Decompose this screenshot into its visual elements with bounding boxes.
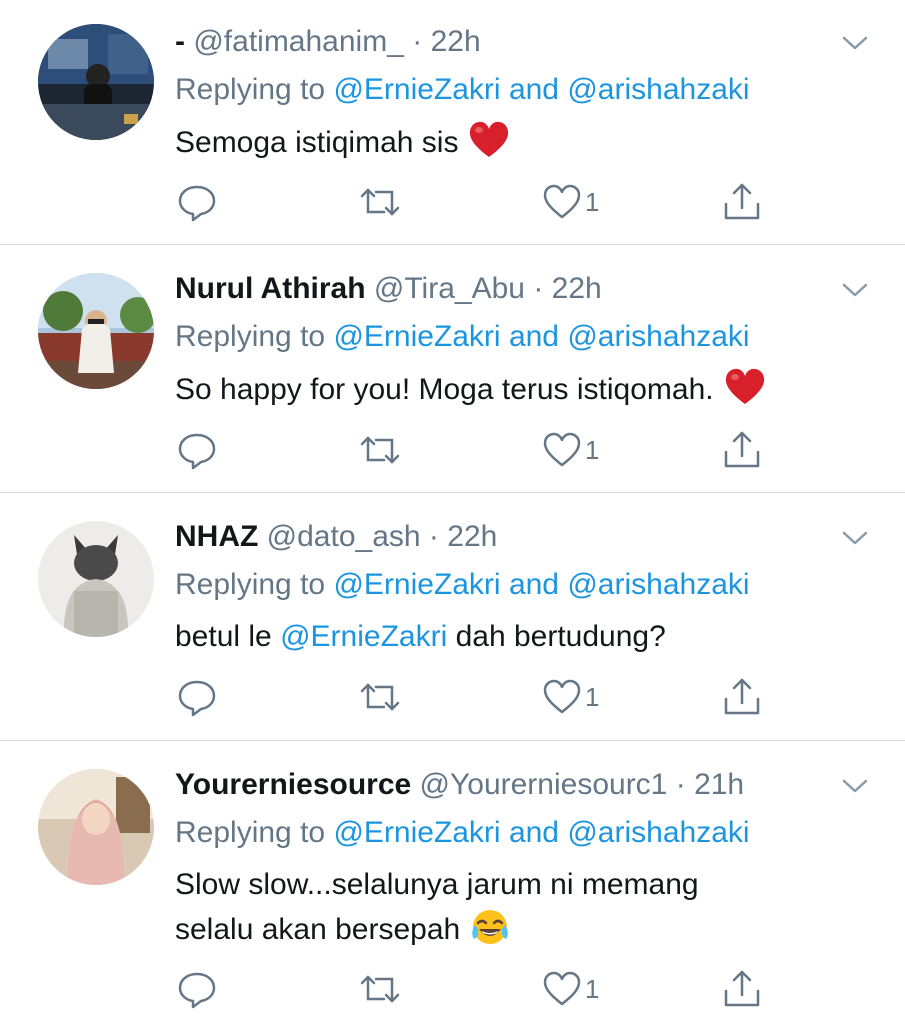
divider xyxy=(0,740,905,741)
replying-to: Replying to @ErnieZakri and @arishahzaki xyxy=(175,811,750,855)
replying-to: Replying to @ErnieZakri and @arishahzaki xyxy=(175,563,750,607)
avatar[interactable] xyxy=(38,24,154,140)
user-handle[interactable]: @Yourerniesourc1 xyxy=(420,768,668,801)
separator-dot: · xyxy=(675,768,686,801)
tweet-text-content: betul le xyxy=(175,620,272,653)
user-handle[interactable]: @Tira_Abu xyxy=(374,272,525,305)
like-count: 1 xyxy=(585,187,600,217)
like-icon[interactable] xyxy=(542,677,582,717)
reply-icon[interactable] xyxy=(177,677,217,717)
tweet-text-line: selalu akan bersepah xyxy=(175,913,461,946)
tweet-text-content: dah bertudung? xyxy=(455,620,666,653)
reply-icon[interactable] xyxy=(177,182,217,222)
replying-to-label: Replying to xyxy=(175,320,326,353)
share-icon[interactable] xyxy=(722,677,762,717)
like-count: 1 xyxy=(585,435,600,465)
replying-and: and xyxy=(508,320,559,353)
chevron-down-icon[interactable] xyxy=(838,30,872,56)
like-icon[interactable] xyxy=(542,430,582,470)
tweet-actions: 1 xyxy=(0,969,905,1009)
tweet[interactable]: Nurul Athirah @Tira_Abu · 22h Replying t… xyxy=(0,267,905,487)
mention-link[interactable]: @ErnieZakri xyxy=(280,620,447,653)
chevron-down-icon[interactable] xyxy=(838,773,872,799)
mention-link[interactable]: @ErnieZakri xyxy=(333,816,500,849)
tweet-header: NHAZ @dato_ash · 22h xyxy=(175,515,497,559)
separator-dot: · xyxy=(533,272,544,305)
replying-to-label: Replying to xyxy=(175,816,326,849)
tweet-text: Semoga istiqimah sis xyxy=(175,120,855,173)
timestamp[interactable]: 21h xyxy=(694,768,744,801)
mention-link[interactable]: @arishahzaki xyxy=(567,73,749,106)
display-name[interactable]: Yourerniesource xyxy=(175,768,411,801)
mention-link[interactable]: @arishahzaki xyxy=(567,320,749,353)
mention-link[interactable]: @arishahzaki xyxy=(567,568,749,601)
display-name[interactable]: Nurul Athirah xyxy=(175,272,366,305)
replying-to: Replying to @ErnieZakri and @arishahzaki xyxy=(175,315,750,359)
tweet-actions: 1 xyxy=(0,182,905,222)
reply-icon[interactable] xyxy=(177,969,217,1009)
display-name[interactable]: - xyxy=(175,25,185,58)
retweet-icon[interactable] xyxy=(358,969,402,1009)
tweet-text-line: Slow slow...selalunya jarum ni memang xyxy=(175,868,699,901)
mention-link[interactable]: @ErnieZakri xyxy=(333,320,500,353)
replying-and: and xyxy=(508,73,559,106)
chevron-down-icon[interactable] xyxy=(838,525,872,551)
like-icon[interactable] xyxy=(542,969,582,1009)
separator-dot: · xyxy=(428,520,439,553)
retweet-icon[interactable] xyxy=(358,182,402,222)
share-icon[interactable] xyxy=(722,969,762,1009)
replying-to-label: Replying to xyxy=(175,73,326,106)
avatar[interactable] xyxy=(38,273,154,389)
mention-link[interactable]: @ErnieZakri xyxy=(333,73,500,106)
share-icon[interactable] xyxy=(722,182,762,222)
mention-link[interactable]: @arishahzaki xyxy=(567,816,749,849)
tweet-actions: 1 xyxy=(0,677,905,717)
tweet[interactable]: NHAZ @dato_ash · 22h Replying to @ErnieZ… xyxy=(0,515,905,735)
divider xyxy=(0,244,905,245)
mention-link[interactable]: @ErnieZakri xyxy=(333,568,500,601)
tweet[interactable]: Yourerniesource @Yourerniesourc1 · 21h R… xyxy=(0,763,905,1024)
tweet-actions: 1 xyxy=(0,430,905,470)
tweet-text: So happy for you! Moga terus istiqomah. xyxy=(175,367,875,420)
avatar[interactable] xyxy=(38,521,154,637)
user-handle[interactable]: @dato_ash xyxy=(267,520,421,553)
chevron-down-icon[interactable] xyxy=(838,277,872,303)
replying-to: Replying to @ErnieZakri and @arishahzaki xyxy=(175,68,750,112)
tweet-feed: - @fatimahanim_ · 22h Replying to @Ernie… xyxy=(0,0,905,1024)
user-handle[interactable]: @fatimahanim_ xyxy=(193,25,404,58)
replying-to-label: Replying to xyxy=(175,568,326,601)
tears-of-joy-emoji-icon xyxy=(470,907,510,960)
separator-dot: · xyxy=(412,25,423,58)
replying-and: and xyxy=(508,568,559,601)
timestamp[interactable]: 22h xyxy=(431,25,481,58)
tweet-text-content: Semoga istiqimah sis xyxy=(175,126,459,159)
tweet-text-content: So happy for you! Moga terus istiqomah. xyxy=(175,373,714,406)
timestamp[interactable]: 22h xyxy=(447,520,497,553)
retweet-icon[interactable] xyxy=(358,677,402,717)
reply-icon[interactable] xyxy=(177,430,217,470)
replying-and: and xyxy=(508,816,559,849)
like-icon[interactable] xyxy=(542,182,582,222)
timestamp[interactable]: 22h xyxy=(552,272,602,305)
tweet-text: Slow slow...selalunya jarum ni memang se… xyxy=(175,863,875,960)
tweet-text: betul le @ErnieZakri dah bertudung? xyxy=(175,615,855,659)
tweet-text-line-wrapper: selalu akan bersepah xyxy=(175,907,875,960)
retweet-icon[interactable] xyxy=(358,430,402,470)
share-icon[interactable] xyxy=(722,430,762,470)
display-name[interactable]: NHAZ xyxy=(175,520,258,553)
divider xyxy=(0,492,905,493)
tweet[interactable]: - @fatimahanim_ · 22h Replying to @Ernie… xyxy=(0,20,905,240)
red-heart-emoji-icon xyxy=(724,367,766,420)
tweet-header: Yourerniesource @Yourerniesourc1 · 21h xyxy=(175,763,744,807)
avatar[interactable] xyxy=(38,769,154,885)
tweet-header: Nurul Athirah @Tira_Abu · 22h xyxy=(175,267,602,311)
like-count: 1 xyxy=(585,682,600,712)
like-count: 1 xyxy=(585,974,600,1004)
red-heart-emoji-icon xyxy=(468,120,510,173)
tweet-header: - @fatimahanim_ · 22h xyxy=(175,20,481,64)
